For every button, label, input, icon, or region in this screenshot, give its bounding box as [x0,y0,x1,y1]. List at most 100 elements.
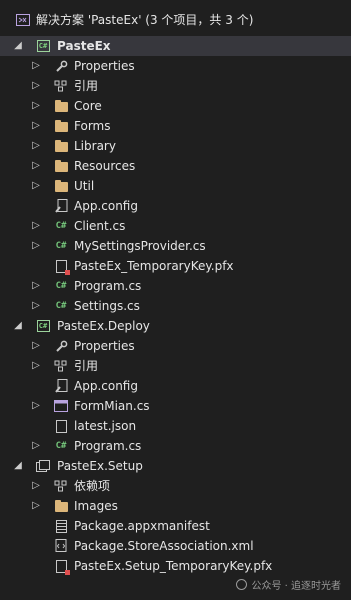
tree-item-label: 引用 [74,79,99,93]
collapsed-arrow-icon[interactable]: ▷ [30,236,42,256]
csharp-project-icon: C# [36,319,50,333]
collapsed-arrow-icon[interactable]: ▷ [30,496,42,516]
tree-item[interactable]: ▷ Util [0,176,351,196]
tree-item-label: MySettingsProvider.cs [74,239,206,253]
tree-item-label: PasteEx_TemporaryKey.pfx [74,259,234,273]
collapsed-arrow-icon[interactable]: ▷ [30,476,42,496]
watermark-text: 公众号 · 追逐时光者 [251,581,341,592]
tree-item[interactable]: ▷ Library [0,136,351,156]
tree-item-label: 依赖项 [74,479,111,493]
tree-item-label: App.config [74,199,138,213]
collapsed-arrow-icon[interactable]: ▷ [30,116,42,136]
tree-item[interactable]: ▷ 引用 [0,76,351,96]
wrench-icon [54,59,68,73]
tree-item-label: PasteEx.Deploy [57,319,150,333]
tree-item[interactable]: ▷ Images [0,496,351,516]
tree-item[interactable]: ▷ Core [0,96,351,116]
csharp-file-icon: C# [55,281,67,291]
collapsed-arrow-icon[interactable]: ▷ [30,356,42,376]
references-icon [54,479,68,493]
xml-file-icon [54,539,68,553]
tree-item[interactable]: ▷ Resources [0,156,351,176]
collapsed-arrow-icon[interactable]: ▷ [30,136,42,156]
collapsed-arrow-icon[interactable]: ▷ [30,76,42,96]
collapsed-arrow-icon[interactable]: ▷ [30,156,42,176]
collapsed-arrow-icon[interactable]: ▷ [30,96,42,116]
tree-item[interactable]: PasteEx.Setup_TemporaryKey.pfx [0,556,351,576]
collapsed-arrow-icon[interactable]: ▷ [30,56,42,76]
tree-item-label: PasteEx.Setup [57,459,143,473]
tree-item[interactable]: Package.StoreAssociation.xml [0,536,351,556]
tree-item[interactable]: ▷ 引用 [0,356,351,376]
tree-item-label: Library [74,139,116,153]
tree-item[interactable]: ◢ C# PasteEx [0,36,351,56]
tree-item-label: Program.cs [74,439,142,453]
folder-icon [54,499,68,513]
tree-item[interactable]: ▷ C# Program.cs [0,436,351,456]
folder-icon [54,179,68,193]
tree-item[interactable]: App.config [0,376,351,396]
tree-item[interactable]: ▷ C# Client.cs [0,216,351,236]
certificate-file-icon [54,559,70,575]
tree-item-label: Core [74,99,102,113]
visual-studio-solution-icon [16,13,30,27]
collapsed-arrow-icon[interactable]: ▷ [30,396,42,416]
tree-item-label: 引用 [74,359,99,373]
tree-item[interactable]: PasteEx_TemporaryKey.pfx [0,256,351,276]
tree-item-label: Properties [74,59,135,73]
csharp-file-icon: C# [55,221,67,231]
config-file-icon [54,379,68,393]
solution-node[interactable]: 解决方案 'PasteEx' (3 个项目，共 3 个) [0,10,351,30]
folder-icon [54,159,68,173]
expanded-arrow-icon[interactable]: ◢ [12,456,24,476]
tree-item[interactable]: ▷ C# MySettingsProvider.cs [0,236,351,256]
solution-tree: ◢ C# PasteEx ▷ Properties ▷ 引用 ▷ Core ▷ Forms ▷ Libr… [0,36,351,576]
solution-label: 解决方案 'PasteEx' (3 个项目，共 3 个) [36,13,254,27]
tree-item[interactable]: Package.appxmanifest [0,516,351,536]
tree-item-label: Client.cs [74,219,126,233]
tree-item-label: Forms [74,119,111,133]
tree-item[interactable]: ▷ Forms [0,116,351,136]
references-icon [54,359,68,373]
tree-item[interactable]: latest.json [0,416,351,436]
tree-item-label: PasteEx [57,39,111,53]
collapsed-arrow-icon[interactable]: ▷ [30,336,42,356]
collapsed-arrow-icon[interactable]: ▷ [30,436,42,456]
tree-item[interactable]: ▷ C# Settings.cs [0,296,351,316]
config-file-icon [54,199,68,213]
tree-item[interactable]: App.config [0,196,351,216]
folder-icon [54,99,68,113]
wechat-icon [236,579,248,590]
tree-item[interactable]: ▷ C# Program.cs [0,276,351,296]
tree-item[interactable]: ▷ Properties [0,336,351,356]
form-file-icon [54,399,68,413]
tree-item-label: Images [74,499,118,513]
tree-item-label: Package.appxmanifest [74,519,210,533]
csharp-file-icon: C# [55,241,67,251]
watermark: 公众号 · 追逐时光者 [236,577,341,592]
tree-item-label: latest.json [74,419,137,433]
expanded-arrow-icon[interactable]: ◢ [12,36,24,56]
tree-item-label: Settings.cs [74,299,140,313]
wrench-icon [54,339,68,353]
tree-item[interactable]: ◢ PasteEx.Setup [0,456,351,476]
tree-item[interactable]: ◢ C# PasteEx.Deploy [0,316,351,336]
tree-item[interactable]: ▷ FormMian.cs [0,396,351,416]
json-file-icon [54,419,68,433]
tree-item-label: FormMian.cs [74,399,150,413]
csharp-file-icon: C# [55,301,67,311]
tree-item-label: Resources [74,159,136,173]
collapsed-arrow-icon[interactable]: ▷ [30,176,42,196]
tree-item[interactable]: ▷ 依赖项 [0,476,351,496]
folder-icon [54,139,68,153]
collapsed-arrow-icon[interactable]: ▷ [30,296,42,316]
collapsed-arrow-icon[interactable]: ▷ [30,276,42,296]
references-icon [54,79,68,93]
tree-item-label: Properties [74,339,135,353]
solution-explorer: 解决方案 'PasteEx' (3 个项目，共 3 个) [0,0,351,36]
expanded-arrow-icon[interactable]: ◢ [12,316,24,336]
tree-item[interactable]: ▷ Properties [0,56,351,76]
collapsed-arrow-icon[interactable]: ▷ [30,216,42,236]
package-project-icon [36,459,50,473]
manifest-file-icon [54,519,68,533]
